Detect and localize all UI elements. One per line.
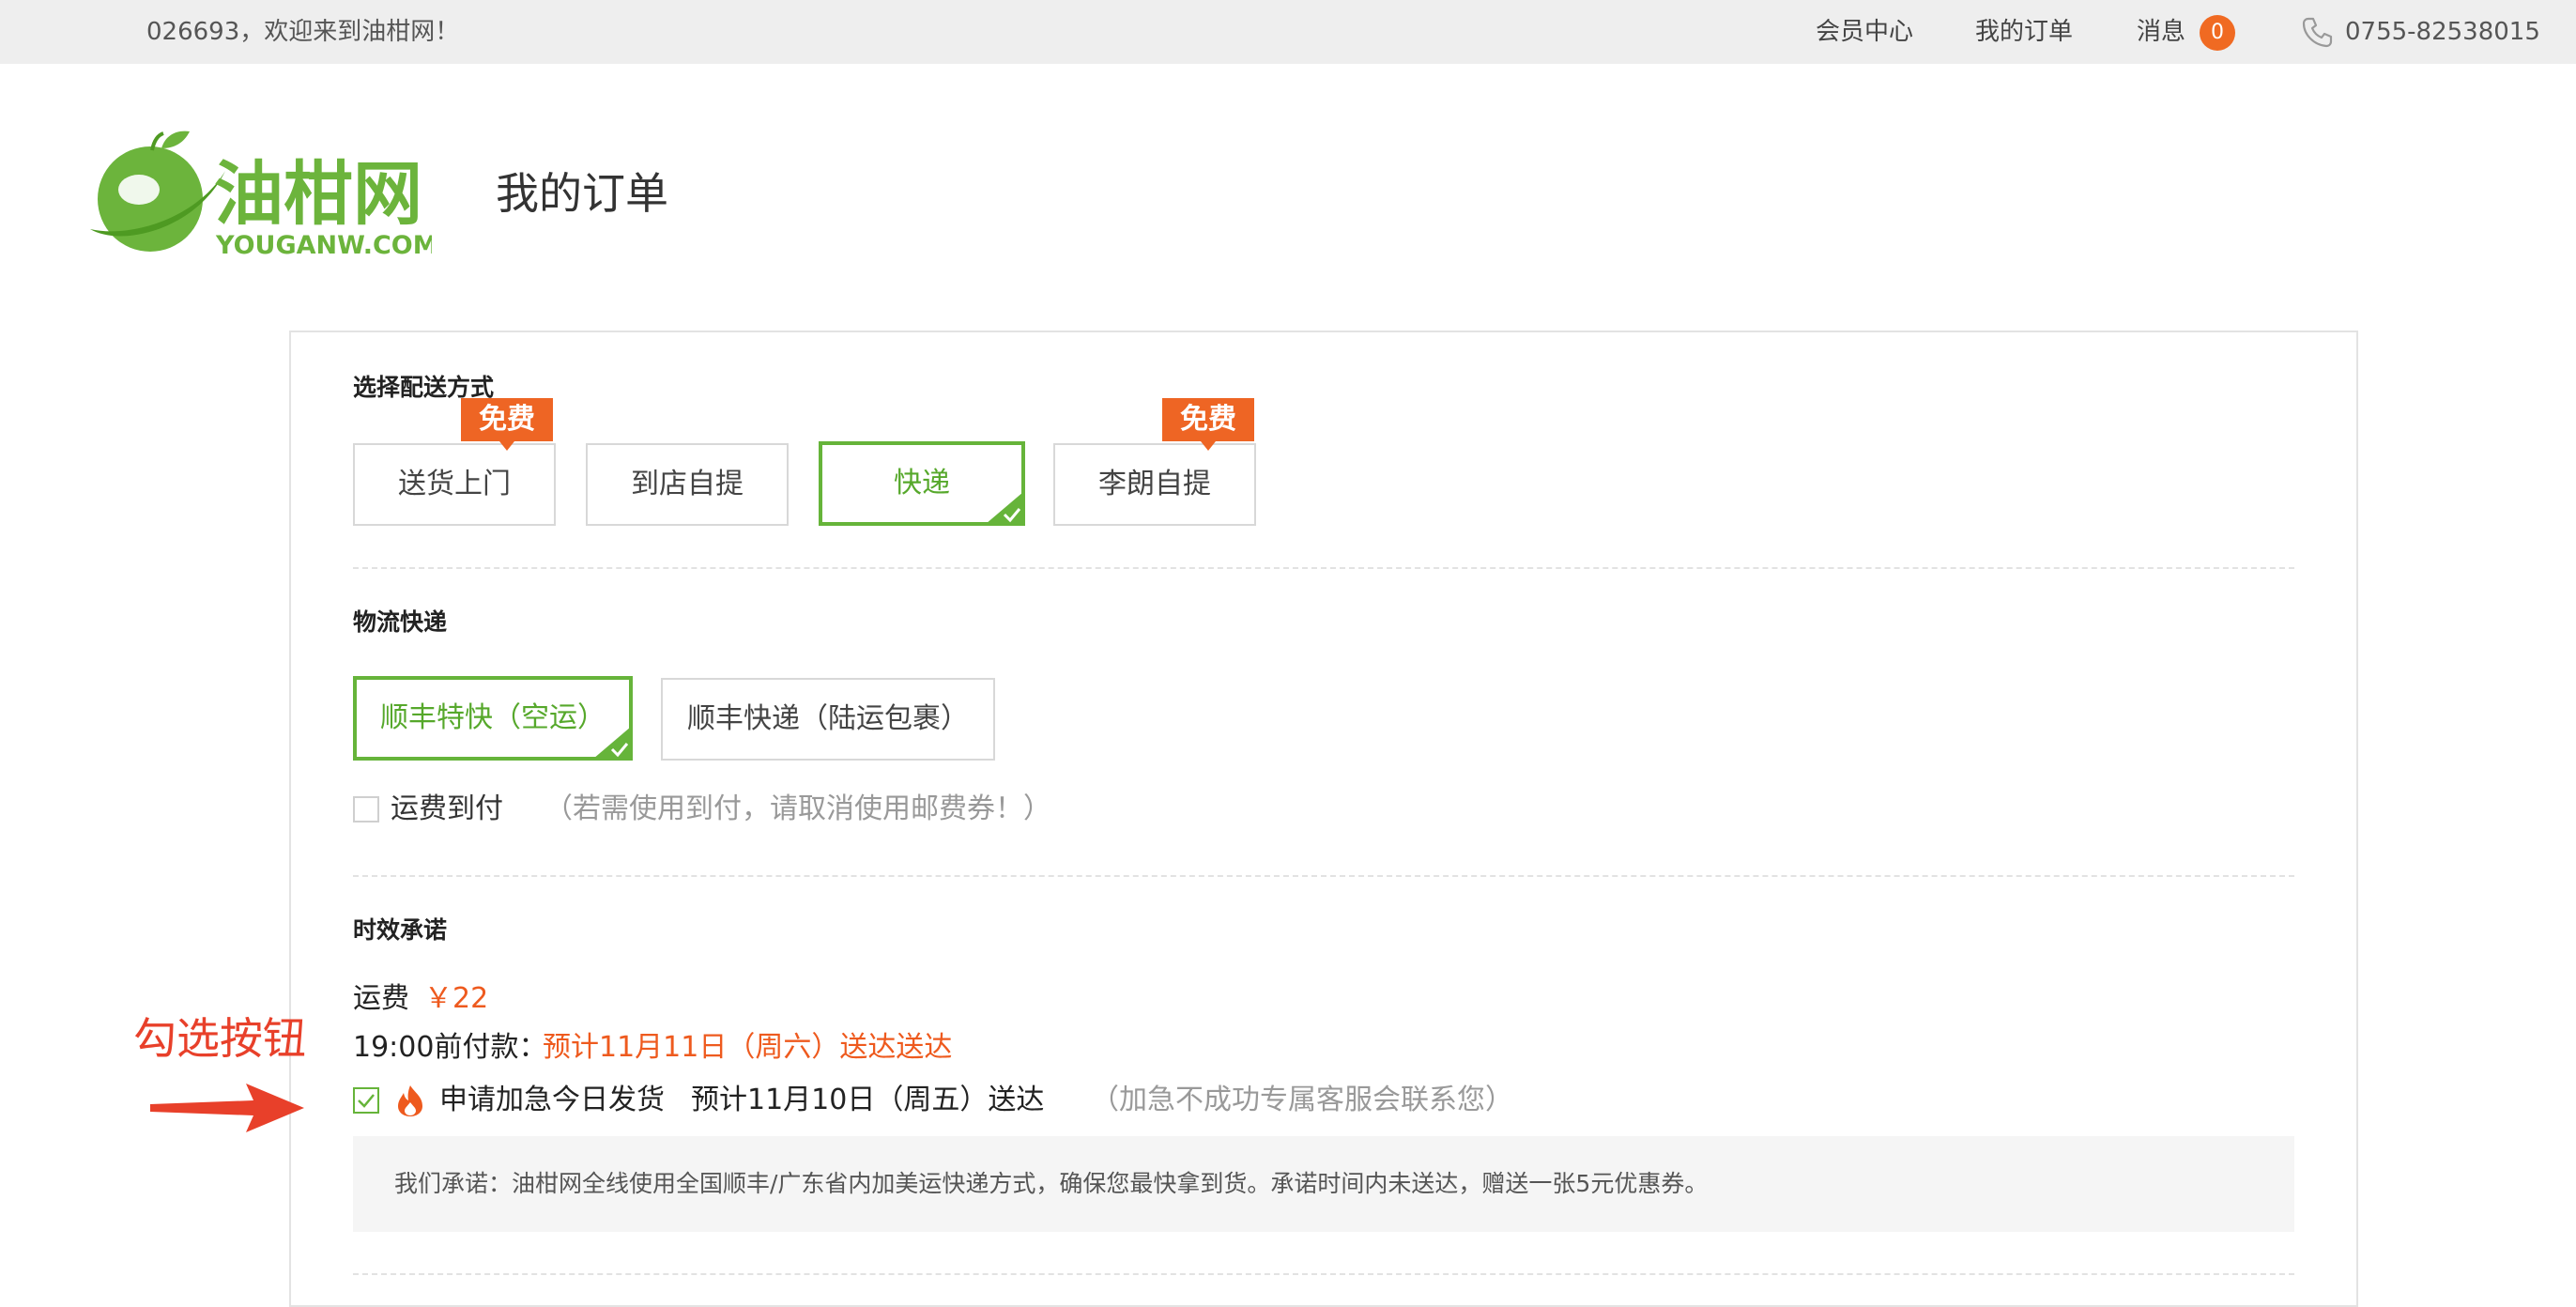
cod-note: （若需使用到付，请取消使用邮费券！）: [544, 792, 1051, 825]
message-count-badge[interactable]: 0: [2200, 15, 2235, 51]
annotation-label: 勾选按钮: [133, 1013, 306, 1064]
delivery-option-lilang-pickup[interactable]: 李朗自提: [1053, 443, 1256, 526]
urgent-checkbox[interactable]: [353, 1087, 379, 1114]
cod-checkbox[interactable]: [353, 796, 379, 823]
welcome-text: 026693，欢迎来到油柑网！: [146, 18, 460, 46]
messages-link[interactable]: 消息: [2137, 0, 2185, 64]
page-title: 我的订单: [496, 168, 668, 219]
selected-check-icon: [986, 492, 1023, 524]
section-divider: [353, 1273, 2294, 1275]
logistics-option-label: 顺丰特快（空运）: [380, 701, 606, 734]
logo-fruit-icon: 油柑网 YOUGANW.COM: [90, 131, 438, 260]
phone-icon: [2302, 17, 2333, 48]
fee-value: ￥22: [424, 982, 489, 1015]
deadline-value: 预计11月11日（周六）送达送达: [543, 1031, 953, 1064]
svg-text:油柑网: 油柑网: [214, 154, 422, 235]
delivery-option-store-pickup[interactable]: 到店自提: [586, 443, 789, 526]
phone-number: 0755-82538015: [2345, 18, 2540, 46]
top-bar: 026693，欢迎来到油柑网！ 会员中心 我的订单 消息 0 0755-8253…: [0, 0, 2576, 64]
site-logo[interactable]: 油柑网 YOUGANW.COM: [84, 128, 438, 260]
annotation-arrow-icon: [150, 1084, 304, 1132]
timeliness-section-title: 时效承诺: [353, 916, 448, 944]
logistics-option-label: 顺丰快递（陆运包裹）: [687, 702, 969, 735]
cod-label: 运费到付: [391, 792, 503, 825]
urgent-label: 申请加急今日发货: [439, 1084, 665, 1116]
logistics-section-title: 物流快递: [353, 608, 448, 636]
delivery-option-express[interactable]: 快递: [819, 441, 1025, 526]
urgent-eta: 预计11月10日（周五）送达: [691, 1084, 1045, 1116]
delivery-option-label: 李朗自提: [1098, 468, 1211, 500]
logistics-option-sf-air[interactable]: 顺丰特快（空运）: [353, 676, 633, 761]
section-divider: [353, 567, 2294, 569]
my-orders-link[interactable]: 我的订单: [1975, 0, 2073, 64]
free-tag: 免费: [1162, 398, 1254, 451]
member-center-link[interactable]: 会员中心: [1816, 0, 1913, 64]
urgent-note: （加急不成功专属客服会联系您）: [1091, 1084, 1513, 1116]
delivery-option-label: 到店自提: [631, 468, 744, 500]
logistics-option-sf-ground[interactable]: 顺丰快递（陆运包裹）: [661, 678, 995, 761]
delivery-option-label: 快递: [894, 467, 950, 500]
fee-label: 运费: [353, 982, 409, 1015]
section-divider: [353, 875, 2294, 877]
delivery-option-label: 送货上门: [398, 468, 511, 500]
delivery-option-home[interactable]: 送货上门: [353, 443, 556, 526]
free-tag: 免费: [461, 398, 553, 451]
checkmark-icon: [358, 1094, 375, 1108]
selected-check-icon: [593, 727, 631, 759]
promise-banner: 我们承诺：油柑网全线使用全国顺丰/广东省内加美运快递方式，确保您最快拿到货。承诺…: [353, 1136, 2294, 1232]
svg-text:YOUGANW.COM: YOUGANW.COM: [215, 231, 432, 259]
deadline-label: 19:00前付款：: [353, 1031, 547, 1064]
fire-icon: [398, 1085, 422, 1116]
